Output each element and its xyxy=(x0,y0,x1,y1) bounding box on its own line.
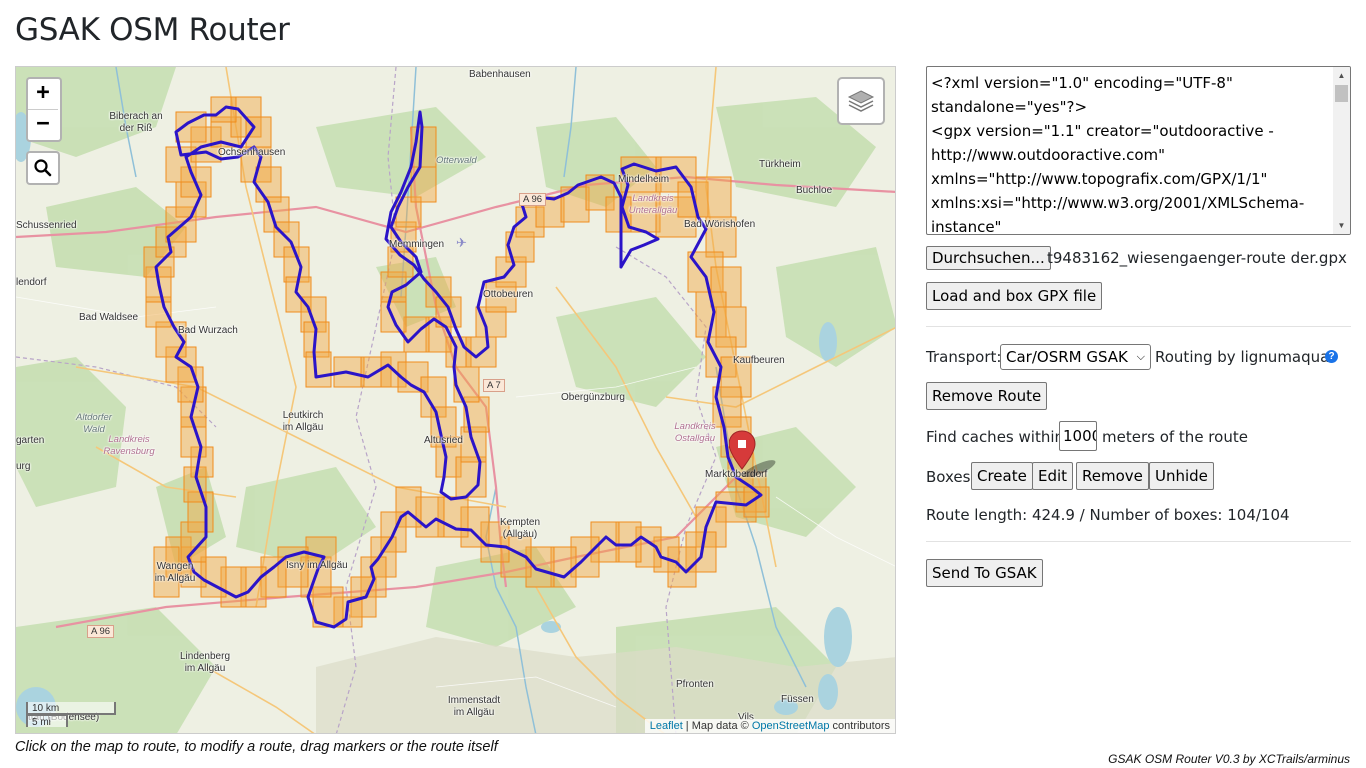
layers-button[interactable] xyxy=(837,77,885,125)
divider xyxy=(926,541,1351,542)
map-label: Wangen im Allgäu xyxy=(154,561,196,584)
page-title: GSAK OSM Router xyxy=(15,12,290,48)
road-shield: A 7 xyxy=(483,379,505,392)
map-label: Pfronten xyxy=(676,679,714,690)
search-box[interactable] xyxy=(305,351,332,388)
search-box[interactable] xyxy=(550,546,577,588)
search-box[interactable] xyxy=(695,176,732,218)
map-label: Landkreis Unterallgäu xyxy=(628,193,678,216)
map-label: Babenhausen xyxy=(469,69,531,80)
transport-select[interactable]: Car/OSRM GSAK ⌵ xyxy=(1000,344,1151,370)
map-label: Buchloe xyxy=(796,185,833,196)
map-search-button[interactable] xyxy=(26,151,60,185)
distance-unit-label: meters of the route xyxy=(1102,428,1248,446)
search-box[interactable] xyxy=(615,521,642,563)
map-label: Isny im Allgäu xyxy=(286,560,348,571)
create-boxes-button[interactable]: Create xyxy=(971,462,1033,490)
map-label: Füssen xyxy=(781,694,814,705)
scroll-down-icon[interactable]: ▼ xyxy=(1333,217,1350,234)
attribution-suffix: contributors xyxy=(829,720,890,732)
map-label: Türkheim xyxy=(759,159,801,170)
svg-text:✈: ✈ xyxy=(456,236,467,251)
attribution-text: | Map data © xyxy=(682,720,752,732)
remove-route-button[interactable]: Remove Route xyxy=(926,382,1048,410)
scroll-thumb[interactable] xyxy=(1335,85,1348,102)
distance-input[interactable]: 1000 xyxy=(1059,421,1097,451)
map-label: garten xyxy=(16,435,45,446)
search-box[interactable] xyxy=(410,166,437,203)
map-hint: Click on the map to route, to modify a r… xyxy=(15,739,498,755)
map-label: Ottobeuren xyxy=(483,289,534,300)
map-label: Landkreis Ravensburg xyxy=(103,434,155,457)
search-icon xyxy=(34,159,52,177)
remove-boxes-button[interactable]: Remove xyxy=(1076,462,1149,490)
scale-bar: 10 km 5 mi xyxy=(26,702,116,728)
divider xyxy=(926,326,1351,327)
map-label: Bad Wörishofen xyxy=(684,219,756,230)
scroll-up-icon[interactable]: ▲ xyxy=(1333,67,1350,84)
browse-button[interactable]: Durchsuchen... xyxy=(926,246,1051,270)
map-label: urg xyxy=(16,461,31,472)
zoom-control: + − xyxy=(26,77,62,142)
map-label: Biberach an der Riß xyxy=(109,111,163,134)
search-box[interactable] xyxy=(560,186,590,223)
map-label: Bad Wurzach xyxy=(178,325,238,336)
road-shield: A 96 xyxy=(519,193,547,206)
unhide-boxes-button[interactable]: Unhide xyxy=(1149,462,1214,490)
zoom-in-button[interactable]: + xyxy=(28,79,58,110)
osm-link[interactable]: OpenStreetMap xyxy=(752,720,830,732)
map-label: Mindelheim xyxy=(618,174,670,185)
scale-km: 10 km xyxy=(26,702,116,715)
route-marker[interactable] xyxy=(729,429,779,477)
map-label: Otterwald xyxy=(436,155,477,166)
map-label: Kempten (Allgäu) xyxy=(499,517,541,540)
map-label: Altusried xyxy=(424,435,463,446)
leaflet-link[interactable]: Leaflet xyxy=(650,720,683,732)
routing-credit: Routing by lignumaqua xyxy=(1155,348,1330,366)
gpx-textarea[interactable]: <?xml version="1.0" encoding="UTF-8" sta… xyxy=(926,66,1351,235)
map-label: Landkreis Ostallgäu xyxy=(674,421,716,444)
help-icon[interactable]: ? xyxy=(1325,350,1338,363)
map-label: Bad Waldsee xyxy=(79,312,139,323)
layers-icon xyxy=(847,90,875,112)
footer-credit: GSAK OSM Router V0.3 by XCTrails/arminus xyxy=(1108,752,1350,766)
attribution: Leaflet | Map data © OpenStreetMap contr… xyxy=(644,719,895,733)
file-name: t9483162_wiesengaenger-route der.gpx xyxy=(1047,249,1347,267)
map-label: Ochsenhausen xyxy=(218,147,286,158)
zoom-out-button[interactable]: − xyxy=(28,110,58,140)
map-label: Obergünzburg xyxy=(561,392,625,403)
chevron-down-icon: ⌵ xyxy=(1136,350,1145,363)
textarea-scrollbar[interactable]: ▲ ▼ xyxy=(1333,67,1350,234)
route-stats: Route length: 424.9 / Number of boxes: 1… xyxy=(926,506,1290,524)
gpx-content[interactable]: <?xml version="1.0" encoding="UTF-8" sta… xyxy=(927,67,1350,234)
transport-label: Transport: xyxy=(926,348,1002,366)
map-label: Lindenberg im Allgäu xyxy=(179,651,231,674)
load-gpx-button[interactable]: Load and box GPX file xyxy=(926,282,1103,310)
send-to-gsak-button[interactable]: Send To GSAK xyxy=(926,559,1043,587)
boxes-label: Boxes xyxy=(926,468,971,486)
map-label: Altdorfer Wald xyxy=(76,412,112,435)
map-label: Leutkirch im Allgäu xyxy=(282,410,324,433)
map-label: Schussenried xyxy=(16,220,77,231)
map-label: lendorf xyxy=(16,277,47,288)
road-shield: A 96 xyxy=(87,625,115,638)
map[interactable]: ✈ Babenhausen Biberach an der Riß Ochsen… xyxy=(15,66,896,734)
find-caches-label: Find caches within xyxy=(926,428,1065,446)
edit-boxes-button[interactable]: Edit xyxy=(1032,462,1074,490)
scale-mi: 5 mi xyxy=(26,714,68,728)
transport-selected: Car/OSRM GSAK xyxy=(1006,348,1128,366)
map-label: Memmingen xyxy=(389,239,445,250)
map-label: Immenstadt im Allgäu xyxy=(447,695,501,718)
map-label: Kaufbeuren xyxy=(733,355,785,366)
search-box[interactable] xyxy=(453,366,480,403)
